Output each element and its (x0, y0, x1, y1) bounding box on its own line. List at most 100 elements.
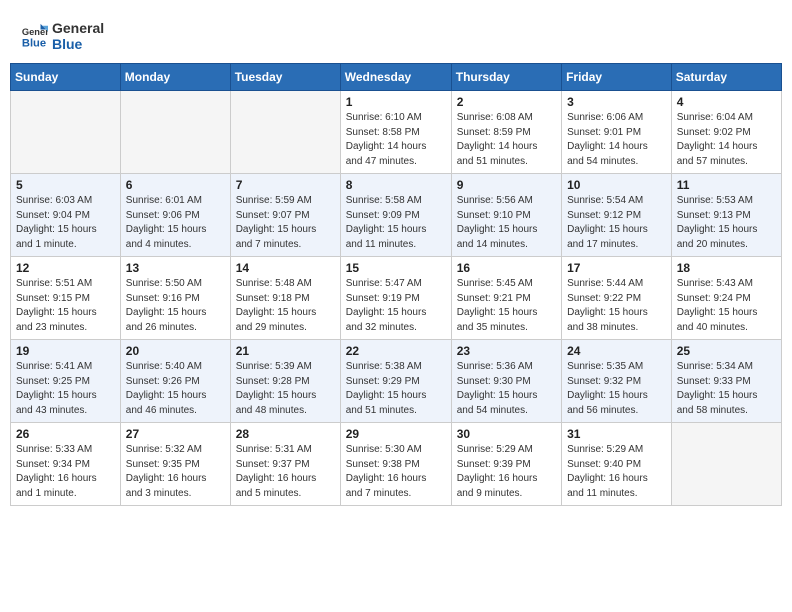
day-number: 26 (16, 427, 115, 441)
week-row-1: 1Sunrise: 6:10 AM Sunset: 8:58 PM Daylig… (11, 91, 782, 174)
calendar-cell: 15 Sunrise: 5:47 AM Sunset: 9:19 PM Dayli… (340, 257, 451, 340)
calendar-cell: 16 Sunrise: 5:45 AM Sunset: 9:21 PM Dayli… (451, 257, 561, 340)
day-number: 5 (16, 178, 115, 192)
calendar-cell (671, 423, 781, 506)
day-info: Sunrise: 5:47 AM Sunset: 9:19 PM Dayligh… (346, 277, 446, 335)
day-number: 1 (346, 95, 446, 109)
day-number: 7 (236, 178, 335, 192)
logo: General Blue General Blue (20, 20, 104, 52)
col-header-friday: Friday (562, 64, 672, 91)
day-info: Sunrise: 5:30 AM Sunset: 9:38 PM Dayligh… (346, 443, 446, 501)
day-number: 17 (567, 261, 666, 275)
day-number: 11 (677, 178, 776, 192)
logo-icon: General Blue (20, 22, 48, 50)
day-number: 16 (457, 261, 556, 275)
day-info: Sunrise: 5:56 AM Sunset: 9:10 PM Dayligh… (457, 194, 556, 252)
day-header-row: SundayMondayTuesdayWednesdayThursdayFrid… (11, 64, 782, 91)
day-number: 24 (567, 344, 666, 358)
day-number: 29 (346, 427, 446, 441)
calendar-cell: 4Sunrise: 6:04 AM Sunset: 9:02 PM Daylig… (671, 91, 781, 174)
day-info: Sunrise: 5:39 AM Sunset: 9:28 PM Dayligh… (236, 360, 335, 418)
day-info: Sunrise: 6:03 AM Sunset: 9:04 PM Dayligh… (16, 194, 115, 252)
calendar-cell: 2 Sunrise: 6:08 AM Sunset: 8:59 PM Daylig… (451, 91, 561, 174)
day-info: Sunrise: 5:48 AM Sunset: 9:18 PM Dayligh… (236, 277, 335, 335)
calendar-cell: 21 Sunrise: 5:39 AM Sunset: 9:28 PM Dayli… (230, 340, 340, 423)
calendar-cell: 13 Sunrise: 5:50 AM Sunset: 9:16 PM Dayli… (120, 257, 230, 340)
day-number: 27 (126, 427, 225, 441)
calendar-cell: 3 Sunrise: 6:06 AM Sunset: 9:01 PM Daylig… (562, 91, 672, 174)
day-info: Sunrise: 6:06 AM Sunset: 9:01 PM Dayligh… (567, 111, 666, 169)
day-number: 31 (567, 427, 666, 441)
col-header-sunday: Sunday (11, 64, 121, 91)
day-number: 18 (677, 261, 776, 275)
calendar-cell: 1Sunrise: 6:10 AM Sunset: 8:58 PM Daylig… (340, 91, 451, 174)
day-info: Sunrise: 5:29 AM Sunset: 9:40 PM Dayligh… (567, 443, 666, 501)
calendar-cell: 9 Sunrise: 5:56 AM Sunset: 9:10 PM Daylig… (451, 174, 561, 257)
calendar-cell: 29 Sunrise: 5:30 AM Sunset: 9:38 PM Dayli… (340, 423, 451, 506)
day-info: Sunrise: 5:38 AM Sunset: 9:29 PM Dayligh… (346, 360, 446, 418)
calendar-cell: 22 Sunrise: 5:38 AM Sunset: 9:29 PM Dayli… (340, 340, 451, 423)
calendar-cell: 26 Sunrise: 5:33 AM Sunset: 9:34 PM Dayli… (11, 423, 121, 506)
day-info: Sunrise: 6:04 AM Sunset: 9:02 PM Dayligh… (677, 111, 776, 169)
calendar-cell: 6Sunrise: 6:01 AM Sunset: 9:06 PM Daylig… (120, 174, 230, 257)
calendar-cell: 23 Sunrise: 5:36 AM Sunset: 9:30 PM Dayli… (451, 340, 561, 423)
col-header-monday: Monday (120, 64, 230, 91)
calendar-cell (120, 91, 230, 174)
calendar-cell: 12Sunrise: 5:51 AM Sunset: 9:15 PM Dayli… (11, 257, 121, 340)
day-number: 6 (126, 178, 225, 192)
calendar-cell: 5 Sunrise: 6:03 AM Sunset: 9:04 PM Daylig… (11, 174, 121, 257)
page-header: General Blue General Blue (10, 10, 782, 57)
calendar-cell (11, 91, 121, 174)
day-number: 14 (236, 261, 335, 275)
calendar-cell: 19Sunrise: 5:41 AM Sunset: 9:25 PM Dayli… (11, 340, 121, 423)
day-number: 9 (457, 178, 556, 192)
calendar-cell: 31 Sunrise: 5:29 AM Sunset: 9:40 PM Dayli… (562, 423, 672, 506)
calendar-cell: 18 Sunrise: 5:43 AM Sunset: 9:24 PM Dayli… (671, 257, 781, 340)
day-info: Sunrise: 5:44 AM Sunset: 9:22 PM Dayligh… (567, 277, 666, 335)
day-number: 8 (346, 178, 446, 192)
day-info: Sunrise: 5:29 AM Sunset: 9:39 PM Dayligh… (457, 443, 556, 501)
week-row-4: 19Sunrise: 5:41 AM Sunset: 9:25 PM Dayli… (11, 340, 782, 423)
day-info: Sunrise: 5:35 AM Sunset: 9:32 PM Dayligh… (567, 360, 666, 418)
calendar-cell: 11 Sunrise: 5:53 AM Sunset: 9:13 PM Dayli… (671, 174, 781, 257)
day-number: 21 (236, 344, 335, 358)
day-number: 13 (126, 261, 225, 275)
calendar-cell: 27 Sunrise: 5:32 AM Sunset: 9:35 PM Dayli… (120, 423, 230, 506)
calendar-cell: 14 Sunrise: 5:48 AM Sunset: 9:18 PM Dayli… (230, 257, 340, 340)
day-info: Sunrise: 5:45 AM Sunset: 9:21 PM Dayligh… (457, 277, 556, 335)
calendar-cell: 17 Sunrise: 5:44 AM Sunset: 9:22 PM Dayli… (562, 257, 672, 340)
day-number: 19 (16, 344, 115, 358)
calendar-cell: 8 Sunrise: 5:58 AM Sunset: 9:09 PM Daylig… (340, 174, 451, 257)
day-info: Sunrise: 5:34 AM Sunset: 9:33 PM Dayligh… (677, 360, 776, 418)
day-info: Sunrise: 5:33 AM Sunset: 9:34 PM Dayligh… (16, 443, 115, 501)
col-header-thursday: Thursday (451, 64, 561, 91)
day-info: Sunrise: 5:43 AM Sunset: 9:24 PM Dayligh… (677, 277, 776, 335)
calendar-cell: 10Sunrise: 5:54 AM Sunset: 9:12 PM Dayli… (562, 174, 672, 257)
week-row-5: 26 Sunrise: 5:33 AM Sunset: 9:34 PM Dayli… (11, 423, 782, 506)
logo-blue: Blue (52, 36, 104, 52)
day-info: Sunrise: 5:36 AM Sunset: 9:30 PM Dayligh… (457, 360, 556, 418)
day-info: Sunrise: 5:40 AM Sunset: 9:26 PM Dayligh… (126, 360, 225, 418)
calendar-table: SundayMondayTuesdayWednesdayThursdayFrid… (10, 63, 782, 506)
day-number: 25 (677, 344, 776, 358)
day-number: 22 (346, 344, 446, 358)
calendar-cell: 7Sunrise: 5:59 AM Sunset: 9:07 PM Daylig… (230, 174, 340, 257)
day-number: 28 (236, 427, 335, 441)
day-number: 10 (567, 178, 666, 192)
day-info: Sunrise: 5:32 AM Sunset: 9:35 PM Dayligh… (126, 443, 225, 501)
week-row-3: 12Sunrise: 5:51 AM Sunset: 9:15 PM Dayli… (11, 257, 782, 340)
day-number: 2 (457, 95, 556, 109)
col-header-tuesday: Tuesday (230, 64, 340, 91)
day-info: Sunrise: 6:08 AM Sunset: 8:59 PM Dayligh… (457, 111, 556, 169)
day-info: Sunrise: 5:58 AM Sunset: 9:09 PM Dayligh… (346, 194, 446, 252)
calendar-cell: 30Sunrise: 5:29 AM Sunset: 9:39 PM Dayli… (451, 423, 561, 506)
day-info: Sunrise: 5:50 AM Sunset: 9:16 PM Dayligh… (126, 277, 225, 335)
day-info: Sunrise: 5:53 AM Sunset: 9:13 PM Dayligh… (677, 194, 776, 252)
day-number: 3 (567, 95, 666, 109)
col-header-saturday: Saturday (671, 64, 781, 91)
day-number: 23 (457, 344, 556, 358)
svg-text:Blue: Blue (22, 37, 46, 49)
day-number: 15 (346, 261, 446, 275)
day-number: 12 (16, 261, 115, 275)
calendar-cell: 25 Sunrise: 5:34 AM Sunset: 9:33 PM Dayli… (671, 340, 781, 423)
